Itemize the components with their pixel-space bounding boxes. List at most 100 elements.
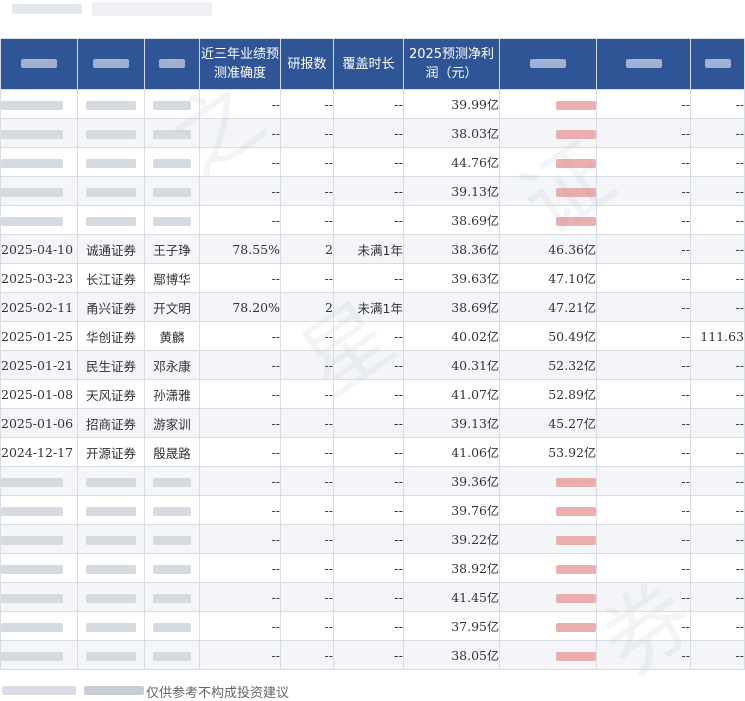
cell-org-value: 招商证券 [85, 416, 136, 432]
blurred-cell [86, 535, 136, 545]
cell-extra-2: -- [690, 611, 745, 641]
cell-profit-2026-value: 47.21 [548, 299, 584, 315]
cell-accuracy-value: -- [271, 328, 280, 344]
cell-profit-2025-value: 39.63 [451, 270, 487, 286]
unit-label: 亿 [486, 619, 499, 634]
cell-extra-2-value: 111.63 [700, 328, 744, 344]
cell-coverage-value: -- [393, 154, 403, 170]
table-row[interactable]: 2025-04-10 诚通证券 王子琤 78.55% 2 未满1年 38.36亿 46.36亿… [0, 234, 745, 264]
cell-coverage-value: -- [393, 183, 403, 199]
disclaimer-footer: 仅供参考不构成投资建议 [0, 682, 745, 701]
cell-reports-value: -- [324, 531, 333, 547]
cell-extra-2-value: -- [735, 560, 744, 576]
cell-reports: -- [280, 147, 334, 177]
table-row[interactable]: -- -- -- 39.76亿 -- -- [0, 495, 745, 525]
cell-coverage-value: -- [393, 270, 403, 286]
header-extra-2[interactable] [690, 38, 745, 90]
table-row[interactable]: -- -- -- 39.22亿 -- -- [0, 524, 745, 554]
table-header-row: 近三年业绩预测准确度 研报数 覆盖时长 2025预测净利润（元） [0, 38, 745, 90]
blurred-cell [153, 564, 191, 574]
cell-date: 2025-02-11 [0, 292, 78, 322]
table-row[interactable]: 2024-12-17 开源证券 殷晟路 -- -- -- 41.06亿 53.92亿 -- -- [0, 437, 745, 467]
table-row[interactable]: -- -- -- 44.76亿 -- -- [0, 147, 745, 177]
unit-label: 亿 [583, 271, 596, 286]
cell-profit-2025: 41.45亿 [403, 582, 500, 612]
table-row[interactable]: -- -- -- 41.45亿 -- -- [0, 582, 745, 612]
cell-analyst [144, 118, 200, 148]
cell-profit-2025: 39.22亿 [403, 524, 500, 554]
header-accuracy[interactable]: 近三年业绩预测准确度 [199, 38, 281, 90]
header-coverage[interactable]: 覆盖时长 [333, 38, 404, 90]
blurred-cell [153, 158, 191, 168]
table-row[interactable]: -- -- -- 38.03亿 -- -- [0, 118, 745, 148]
unit-label: 亿 [583, 387, 596, 402]
table-row[interactable]: 2025-03-23 长江证券 鄢博华 -- -- -- 39.63亿 47.10亿 -- -- [0, 263, 745, 293]
blurred-cell [153, 187, 191, 197]
cell-coverage: -- [333, 118, 404, 148]
header-reports[interactable]: 研报数 [280, 38, 334, 90]
table-row[interactable]: 2025-01-21 民生证券 邓永康 -- -- -- 40.31亿 52.32亿 -- -- [0, 350, 745, 380]
unit-label: 亿 [486, 271, 499, 286]
cell-coverage-value: -- [393, 502, 403, 518]
blurred-cell [556, 535, 596, 545]
cell-date-value: 2025-01-25 [1, 328, 74, 344]
cell-org-value: 华创证券 [85, 329, 136, 345]
cell-coverage-value: -- [393, 212, 403, 228]
blurred-cell [153, 535, 191, 545]
cell-date-value: 2025-01-21 [1, 357, 74, 373]
table-row[interactable]: 2025-01-08 天风证券 孙潇雅 -- -- -- 41.07亿 52.89亿 -- -- [0, 379, 745, 409]
cell-profit-2026-value: 46.36 [548, 241, 584, 257]
table-row[interactable]: -- -- -- 39.99亿 -- -- [0, 89, 745, 119]
cell-reports-value: -- [324, 96, 333, 112]
cell-coverage: -- [333, 176, 404, 206]
header-analyst[interactable] [144, 38, 200, 90]
cell-reports: -- [280, 437, 334, 467]
table-row[interactable]: -- -- -- 39.13亿 -- -- [0, 176, 745, 206]
table-row[interactable]: -- -- -- 39.36亿 -- -- [0, 466, 745, 496]
header-date[interactable] [0, 38, 78, 90]
table-row[interactable]: 2025-02-11 甬兴证券 开文明 78.20% 2 未满1年 38.69亿 47.21亿… [0, 292, 745, 322]
unit-label: 亿 [583, 358, 596, 373]
unit-label: 亿 [486, 358, 499, 373]
cell-extra-2-value: -- [735, 183, 744, 199]
cell-accuracy-value: -- [271, 270, 280, 286]
cell-extra-2-value: -- [735, 618, 744, 634]
cell-extra-1-value: -- [681, 183, 690, 199]
header-extra-1[interactable] [596, 38, 691, 90]
cell-analyst [144, 205, 200, 235]
header-profit-2025[interactable]: 2025预测净利润（元） [403, 38, 500, 90]
cell-accuracy-value: -- [271, 386, 280, 402]
cell-reports: -- [280, 553, 334, 583]
cell-org: 民生证券 [77, 350, 145, 380]
cell-reports: -- [280, 495, 334, 525]
table-row[interactable]: 2025-01-06 招商证券 游家训 -- -- -- 39.13亿 45.27亿 -- -- [0, 408, 745, 438]
cell-accuracy: -- [199, 205, 281, 235]
header-org[interactable] [77, 38, 145, 90]
table-row[interactable]: -- -- -- 38.05亿 -- -- [0, 640, 745, 670]
cell-reports: -- [280, 118, 334, 148]
cell-extra-1-value: -- [681, 502, 690, 518]
unit-label: 亿 [486, 387, 499, 402]
table-row[interactable]: -- -- -- 38.69亿 -- -- [0, 205, 745, 235]
cell-reports-value: -- [324, 270, 333, 286]
table-row[interactable]: 2025-01-25 华创证券 黄麟 -- -- -- 40.02亿 50.49亿 -- 111.… [0, 321, 745, 351]
cell-coverage-value: -- [393, 386, 403, 402]
unit-label: 亿 [486, 155, 499, 170]
cell-accuracy-value: -- [271, 154, 280, 170]
table-row[interactable]: -- -- -- 38.92亿 -- -- [0, 553, 745, 583]
cell-date: 2025-01-08 [0, 379, 78, 409]
cell-extra-2-value: -- [735, 154, 744, 170]
blurred-cell [556, 216, 596, 226]
cell-profit-2026-value: 50.49 [548, 328, 584, 344]
cell-accuracy-value: -- [271, 125, 280, 141]
cell-profit-2025: 38.69亿 [403, 205, 500, 235]
table-row[interactable]: -- -- -- 37.95亿 -- -- [0, 611, 745, 641]
header-profit-2026[interactable] [499, 38, 597, 90]
cell-profit-2025: 38.36亿 [403, 234, 500, 264]
cell-reports-value: -- [324, 386, 333, 402]
cell-reports-value: -- [324, 647, 333, 663]
cell-profit-2026 [499, 524, 597, 554]
blurred-cell [153, 100, 191, 110]
cell-extra-2: 111.63 [690, 321, 745, 351]
cell-extra-1: -- [596, 437, 691, 467]
